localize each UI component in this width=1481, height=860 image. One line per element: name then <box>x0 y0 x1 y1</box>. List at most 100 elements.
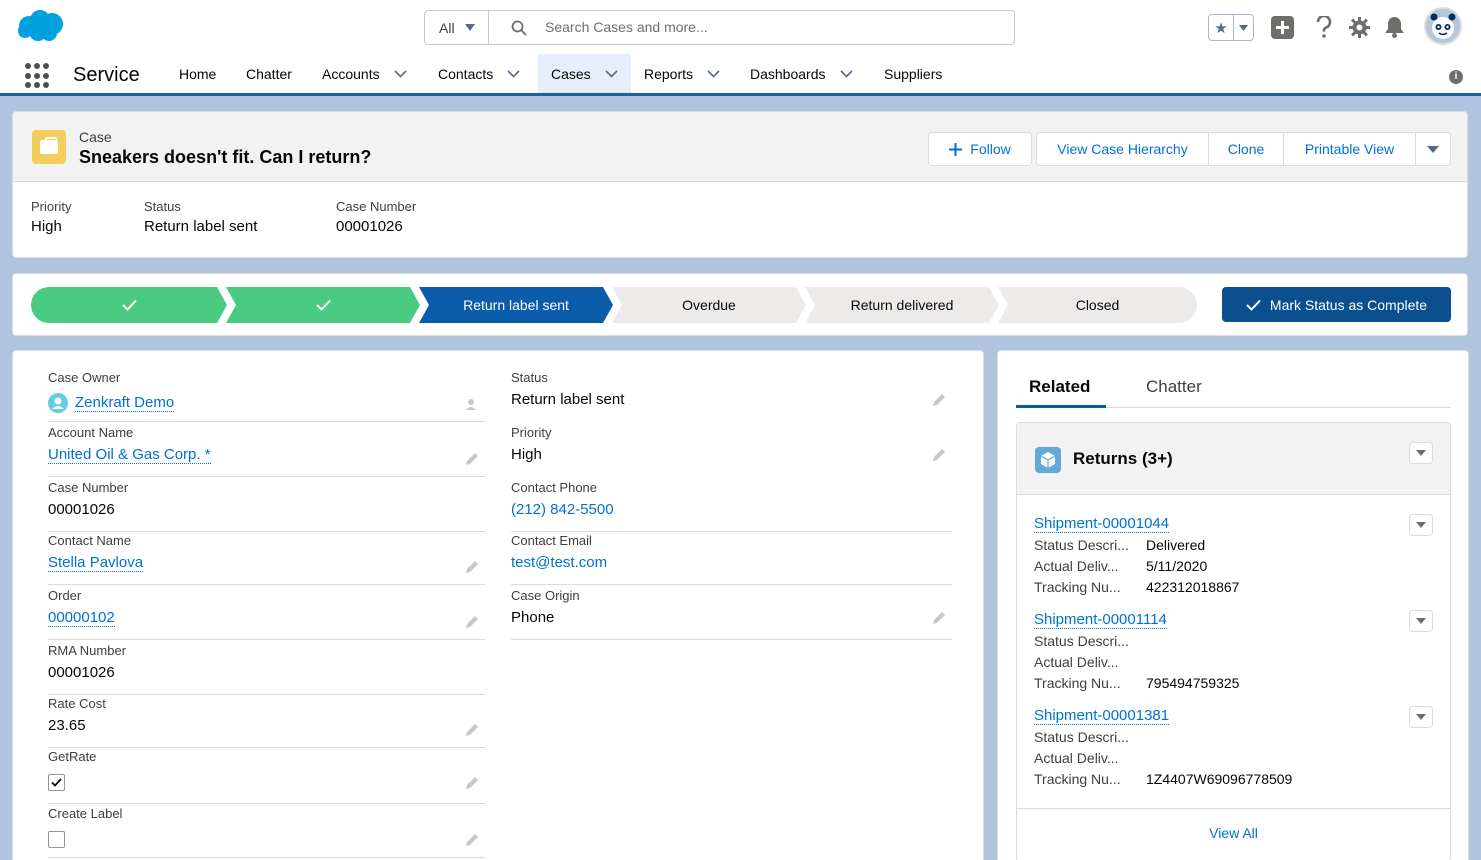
view-all-link[interactable]: View All <box>1017 808 1450 856</box>
info-icon[interactable]: i <box>1449 70 1463 84</box>
nav-item-cases[interactable]: Cases <box>538 54 631 96</box>
search-icon <box>511 20 527 36</box>
follow-button[interactable]: Follow <box>928 132 1032 166</box>
related-list-menu-button[interactable] <box>1409 442 1433 464</box>
related-list-header: Returns (3+) <box>1017 423 1450 495</box>
mark-status-complete-button[interactable]: Mark Status as Complete <box>1222 287 1451 322</box>
account-name-link[interactable]: United Oil & Gas Corp. * <box>48 446 211 464</box>
field-rma-number: RMA Number 00001026 <box>48 643 485 695</box>
contact-name-link[interactable]: Stella Pavlova <box>48 554 143 572</box>
shipment-row-menu-button[interactable] <box>1409 610 1433 632</box>
field-label: Case Number <box>48 480 128 495</box>
user-avatar[interactable] <box>1424 7 1462 45</box>
shipment-row-menu-button[interactable] <box>1409 514 1433 536</box>
search-input[interactable] <box>545 19 945 35</box>
nav-item-contacts[interactable]: Contacts <box>438 54 520 93</box>
path-stage-current[interactable]: Return label sent <box>419 287 613 323</box>
chevron-down-icon[interactable] <box>394 70 407 78</box>
field-case-number: Case Number 00001026 <box>48 480 485 532</box>
field-label: Tracking Nu... <box>1034 771 1146 787</box>
pencil-icon[interactable] <box>465 452 479 466</box>
field-value: Delivered <box>1146 537 1205 553</box>
tab-related[interactable]: Related <box>1029 377 1090 397</box>
field-case-owner: Case Owner Zenkraft Demo <box>48 370 485 422</box>
case-owner-link[interactable]: Zenkraft Demo <box>75 394 174 412</box>
check-icon <box>49 775 64 790</box>
path-stage-overdue[interactable]: Overdue <box>612 287 806 323</box>
field-contact-name: Contact Name Stella Pavlova <box>48 533 485 585</box>
help-icon[interactable] <box>1316 16 1332 39</box>
order-link[interactable]: 00000102 <box>48 609 115 627</box>
chevron-down-icon <box>1416 714 1426 720</box>
chevron-down-icon[interactable] <box>840 70 853 78</box>
field-label: Contact Email <box>511 533 592 548</box>
object-type-label: Case <box>79 129 112 145</box>
notifications-bell-icon[interactable] <box>1384 16 1405 38</box>
app-name: Service <box>73 64 140 87</box>
pencil-icon[interactable] <box>465 723 479 737</box>
path-stage-complete-2[interactable] <box>226 287 420 323</box>
field-label: RMA Number <box>48 643 126 658</box>
field-label: Priority <box>511 425 551 440</box>
pencil-icon[interactable] <box>465 560 479 574</box>
change-owner-icon[interactable] <box>465 397 479 411</box>
highlight-status: Status Return label sent <box>144 199 257 235</box>
search-scope-select[interactable]: All <box>425 11 489 44</box>
field-label: Contact Phone <box>511 480 597 495</box>
favorites-dropdown[interactable] <box>1234 15 1253 40</box>
case-details-card: Case Owner Zenkraft Demo Account Name Un… <box>12 350 984 860</box>
field-priority: Priority High <box>511 425 952 477</box>
nav-item-suppliers[interactable]: Suppliers <box>884 54 942 93</box>
global-actions-icon[interactable] <box>1271 16 1294 39</box>
shipment-link[interactable]: Shipment-00001044 <box>1034 515 1169 533</box>
view-case-hierarchy-button[interactable]: View Case Hierarchy <box>1036 132 1209 166</box>
field-label: Rate Cost <box>48 696 106 711</box>
nav-item-home[interactable]: Home <box>179 54 216 93</box>
pencil-icon[interactable] <box>932 611 946 625</box>
printable-view-button[interactable]: Printable View <box>1283 132 1416 166</box>
pencil-icon[interactable] <box>465 776 479 790</box>
shipment-link[interactable]: Shipment-00001114 <box>1034 611 1167 629</box>
nav-item-accounts[interactable]: Accounts <box>322 54 407 93</box>
path-stage-return-delivered[interactable]: Return delivered <box>805 287 999 323</box>
contact-email-link[interactable]: test@test.com <box>511 554 607 571</box>
shipment-link[interactable]: Shipment-00001381 <box>1034 707 1169 725</box>
star-icon[interactable]: ★ <box>1209 15 1234 40</box>
favorites-button[interactable]: ★ <box>1208 14 1254 41</box>
clone-button[interactable]: Clone <box>1208 132 1284 166</box>
app-launcher-icon[interactable] <box>25 63 51 89</box>
tab-chatter[interactable]: Chatter <box>1146 377 1202 397</box>
status-path: Return label sent Overdue Return deliver… <box>12 273 1468 336</box>
field-value: 5/11/2020 <box>1146 558 1207 574</box>
check-icon <box>122 299 137 311</box>
field-value: Return label sent <box>511 391 624 408</box>
field-label: Case Number <box>336 199 416 214</box>
record-title: Sneakers doesn't fit. Can I return? <box>79 147 371 168</box>
chevron-down-icon[interactable] <box>507 70 520 78</box>
nav-item-reports[interactable]: Reports <box>644 54 720 93</box>
field-label: Tracking Nu... <box>1034 579 1146 595</box>
pencil-icon[interactable] <box>465 615 479 629</box>
field-label: Status Descri... <box>1034 537 1146 553</box>
more-actions-button[interactable] <box>1415 132 1451 166</box>
chevron-down-icon[interactable] <box>707 70 720 78</box>
chevron-down-icon <box>465 24 475 31</box>
field-label: Actual Deliv... <box>1034 750 1146 766</box>
pencil-icon[interactable] <box>465 833 479 847</box>
chevron-down-icon[interactable] <box>605 70 618 78</box>
pencil-icon[interactable] <box>932 448 946 462</box>
contact-phone-link[interactable]: (212) 842-5500 <box>511 501 614 518</box>
nav-item-chatter[interactable]: Chatter <box>246 54 292 93</box>
path-stage-complete-1[interactable] <box>31 287 227 323</box>
field-label: Actual Deliv... <box>1034 558 1146 574</box>
nav-item-dashboards[interactable]: Dashboards <box>750 54 853 93</box>
pencil-icon[interactable] <box>932 393 946 407</box>
path-stage-closed[interactable]: Closed <box>998 287 1197 323</box>
field-label: Status <box>144 199 257 214</box>
chevron-down-icon <box>1427 146 1439 153</box>
salesforce-logo[interactable] <box>16 9 64 43</box>
shipment-row-menu-button[interactable] <box>1409 706 1433 728</box>
gear-icon[interactable] <box>1349 17 1370 38</box>
field-getrate: GetRate <box>48 749 485 804</box>
field-label: Contact Name <box>48 533 131 548</box>
